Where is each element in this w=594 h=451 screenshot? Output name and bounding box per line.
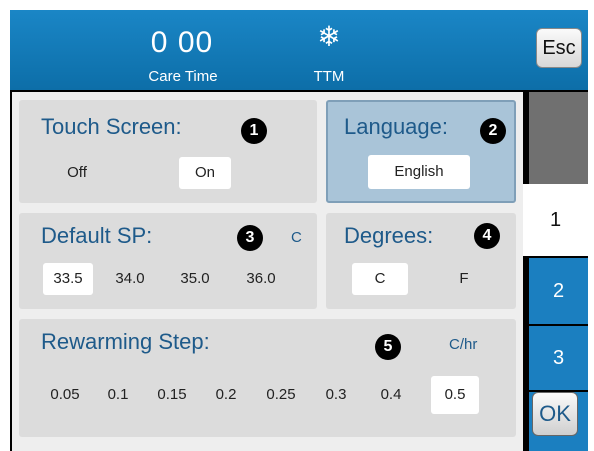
rewarm-option-0-2[interactable]: 0.2 [210, 379, 242, 411]
mode-label: TTM [313, 68, 345, 85]
rewarm-option-0-3[interactable]: 0.3 [320, 379, 352, 411]
device-screen: 0 00 Care Time ❄ TTM Esc Touch Screen: 1… [10, 10, 588, 451]
care-time-value: 0 00 [150, 26, 214, 59]
sp-option-33-5[interactable]: 33.5 [43, 263, 93, 295]
touch-screen-title: Touch Screen: [41, 114, 182, 139]
rewarm-option-0-1[interactable]: 0.1 [102, 379, 134, 411]
language-title: Language: [344, 114, 448, 139]
tab-2[interactable]: 2 [529, 258, 588, 324]
rewarming-unit: C/hr [449, 336, 478, 353]
tab-3[interactable]: 3 [529, 326, 588, 390]
rewarm-option-0-25[interactable]: 0.25 [260, 379, 302, 411]
touch-screen-off-option[interactable]: Off [57, 157, 97, 189]
sp-option-36-0[interactable]: 36.0 [238, 263, 284, 295]
badge-5: 5 [375, 334, 401, 360]
ok-button[interactable]: OK [532, 392, 578, 436]
touch-screen-on-option[interactable]: On [179, 157, 231, 189]
rewarm-option-0-15[interactable]: 0.15 [151, 379, 193, 411]
degrees-c-option[interactable]: C [352, 263, 408, 295]
touch-screen-panel: Touch Screen: 1 Off On [19, 100, 317, 203]
header-bar: 0 00 Care Time ❄ TTM Esc [10, 10, 588, 90]
tab-blank [529, 92, 588, 184]
badge-1: 1 [241, 118, 267, 144]
degrees-f-option[interactable]: F [444, 263, 484, 295]
sp-option-35-0[interactable]: 35.0 [172, 263, 218, 295]
language-panel[interactable]: Language: 2 English [326, 100, 516, 203]
language-value-button[interactable]: English [368, 155, 470, 189]
care-time-label: Care Time [148, 68, 218, 85]
default-sp-panel: Default SP: 3 C 33.5 34.0 35.0 36.0 [19, 213, 317, 309]
badge-3: 3 [237, 225, 263, 251]
degrees-panel: Degrees: 4 C F [326, 213, 516, 309]
degrees-title: Degrees: [344, 223, 434, 248]
sp-option-34-0[interactable]: 34.0 [107, 263, 153, 295]
rewarm-option-0-5[interactable]: 0.5 [431, 376, 479, 414]
badge-2: 2 [480, 118, 506, 144]
rewarm-option-0-4[interactable]: 0.4 [375, 379, 407, 411]
settings-area: Touch Screen: 1 Off On Language: 2 Engli… [12, 92, 523, 451]
default-sp-unit: C [291, 229, 302, 246]
rewarming-panel: Rewarming Step: 5 C/hr 0.05 0.1 0.15 0.2… [19, 319, 516, 437]
badge-4: 4 [474, 223, 500, 249]
default-sp-title: Default SP: [41, 223, 153, 248]
esc-button[interactable]: Esc [536, 28, 582, 68]
rewarming-title: Rewarming Step: [41, 329, 210, 354]
tab-1[interactable]: 1 [523, 184, 588, 256]
rewarm-option-0-05[interactable]: 0.05 [45, 379, 85, 411]
snowflake-icon: ❄ [317, 21, 341, 52]
